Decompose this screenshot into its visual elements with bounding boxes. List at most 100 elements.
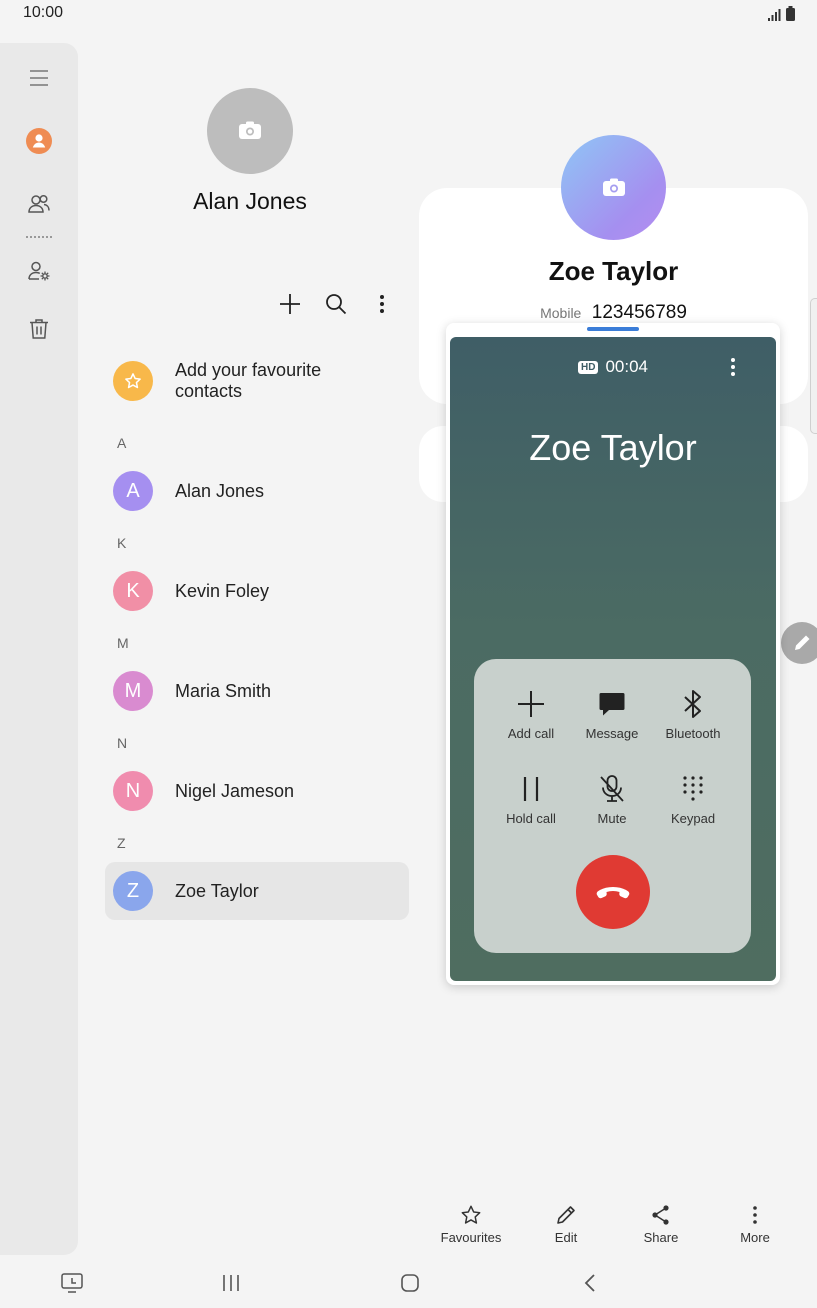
more-options-button[interactable]	[368, 290, 396, 318]
section-letter-z: Z	[117, 835, 126, 851]
popup-drag-handle[interactable]	[587, 327, 639, 331]
add-icon	[280, 294, 300, 314]
screen-capture-icon	[61, 1273, 83, 1293]
trash-icon[interactable]	[23, 313, 55, 345]
profile-icon[interactable]	[23, 125, 55, 157]
call-timer: 00:04	[605, 357, 648, 376]
camera-icon	[239, 121, 261, 139]
message-icon	[599, 693, 625, 716]
hold-call-button[interactable]: Hold call	[490, 771, 572, 826]
pencil-icon	[795, 635, 810, 650]
detail-name: Zoe Taylor	[548, 256, 679, 286]
profile-header: Alan Jones	[120, 88, 380, 215]
nav-rail	[0, 43, 78, 1255]
status-bar: 10:00	[0, 0, 817, 28]
contact-avatar: A	[113, 471, 153, 511]
contact-row-zoe-taylor[interactable]: Z Zoe Taylor	[105, 862, 409, 920]
favourite-star-icon	[113, 361, 153, 401]
add-favourites-label: Add your favourite contacts	[175, 360, 322, 401]
phone-number: 123456789	[591, 302, 687, 323]
end-call-button[interactable]	[576, 855, 650, 929]
more-icon	[753, 1206, 757, 1224]
add-favourites-row[interactable]: Add your favourite contacts	[113, 358, 403, 404]
contact-avatar: N	[113, 771, 153, 811]
contact-row-nigel-jameson[interactable]: N Nigel Jameson	[105, 762, 409, 820]
manage-contacts-icon[interactable]	[23, 255, 55, 287]
detail-phone[interactable]: Mobile 123456789	[419, 302, 808, 324]
system-nav-bar	[0, 1262, 817, 1302]
share-label: Share	[643, 1230, 679, 1245]
more-button[interactable]: More	[715, 1203, 795, 1245]
add-contact-button[interactable]	[276, 290, 304, 318]
message-button[interactable]: Message	[571, 686, 653, 741]
share-button[interactable]: Share	[621, 1203, 701, 1245]
call-status: HD 00:04	[450, 357, 776, 377]
keypad-button[interactable]: Keypad	[652, 771, 734, 826]
search-button[interactable]	[322, 290, 350, 318]
favourites-button[interactable]: Favourites	[431, 1203, 511, 1245]
edit-button[interactable]: Edit	[526, 1203, 606, 1245]
contact-name: Nigel Jameson	[175, 780, 295, 801]
edit-label: Edit	[554, 1230, 578, 1245]
keypad-label: Keypad	[670, 811, 716, 826]
status-time: 10:00	[23, 4, 64, 21]
home-button[interactable]	[396, 1270, 424, 1296]
section-letter-a: A	[117, 435, 127, 451]
call-screen: HD 00:04 Zoe Taylor Add call Message Blu…	[450, 337, 776, 981]
call-controls-panel: Add call Message Bluetooth Hold call Mut…	[474, 659, 751, 953]
recent-apps-button[interactable]	[217, 1270, 245, 1296]
contact-name: Maria Smith	[175, 680, 272, 701]
recents-icon	[223, 1275, 239, 1291]
signal-icon	[768, 9, 781, 21]
battery-icon	[786, 6, 795, 21]
mute-label: Mute	[597, 811, 627, 826]
contact-name: Zoe Taylor	[175, 880, 259, 901]
search-icon	[326, 294, 347, 315]
caller-name: Zoe Taylor	[529, 427, 697, 468]
status-icons	[768, 6, 795, 21]
section-letter-m: M	[117, 635, 129, 651]
recent-screenshot-button[interactable]	[58, 1270, 86, 1296]
bluetooth-button[interactable]: Bluetooth	[652, 686, 734, 741]
share-icon	[652, 1205, 669, 1225]
section-letter-k: K	[117, 535, 127, 551]
pause-icon	[523, 777, 539, 801]
mute-button[interactable]: Mute	[571, 771, 653, 826]
back-icon	[584, 1274, 595, 1292]
star-icon	[461, 1205, 481, 1224]
side-panel-handle[interactable]	[810, 298, 817, 434]
contact-name: Kevin Foley	[175, 580, 270, 601]
back-button[interactable]	[576, 1270, 604, 1296]
add-call-label: Add call	[507, 726, 555, 741]
more-icon	[380, 295, 384, 313]
camera-icon	[602, 178, 625, 196]
section-letter-n: N	[117, 735, 128, 751]
phone-type-label: Mobile	[540, 305, 582, 321]
bottom-action-bar: Favourites Edit Share More	[424, 1203, 808, 1251]
detail-avatar[interactable]	[561, 135, 666, 240]
favourites-label: Favourites	[440, 1230, 502, 1245]
bluetooth-label: Bluetooth	[665, 726, 721, 741]
contact-avatar: Z	[113, 871, 153, 911]
contact-row-kevin-foley[interactable]: K Kevin Foley	[105, 562, 409, 620]
edit-fab-button[interactable]	[781, 622, 817, 664]
contact-row-maria-smith[interactable]: M Maria Smith	[105, 662, 409, 720]
keypad-icon	[683, 776, 703, 801]
contacts-icon[interactable]	[23, 188, 55, 220]
message-label: Message	[585, 726, 639, 741]
hold-call-label: Hold call	[506, 811, 556, 826]
more-icon	[731, 358, 735, 376]
profile-name: Alan Jones	[193, 188, 307, 214]
contact-row-alan-jones[interactable]: A Alan Jones	[105, 462, 409, 520]
contact-avatar: K	[113, 571, 153, 611]
pencil-icon	[557, 1206, 575, 1224]
call-more-button[interactable]	[730, 357, 736, 377]
menu-icon[interactable]	[23, 62, 55, 94]
hd-voice-badge: HD	[578, 360, 599, 374]
add-call-button[interactable]: Add call	[490, 686, 572, 741]
rail-divider	[26, 236, 52, 238]
profile-avatar[interactable]	[207, 88, 293, 174]
more-label: More	[740, 1230, 770, 1245]
contact-avatar: M	[113, 671, 153, 711]
bluetooth-icon	[684, 690, 701, 718]
